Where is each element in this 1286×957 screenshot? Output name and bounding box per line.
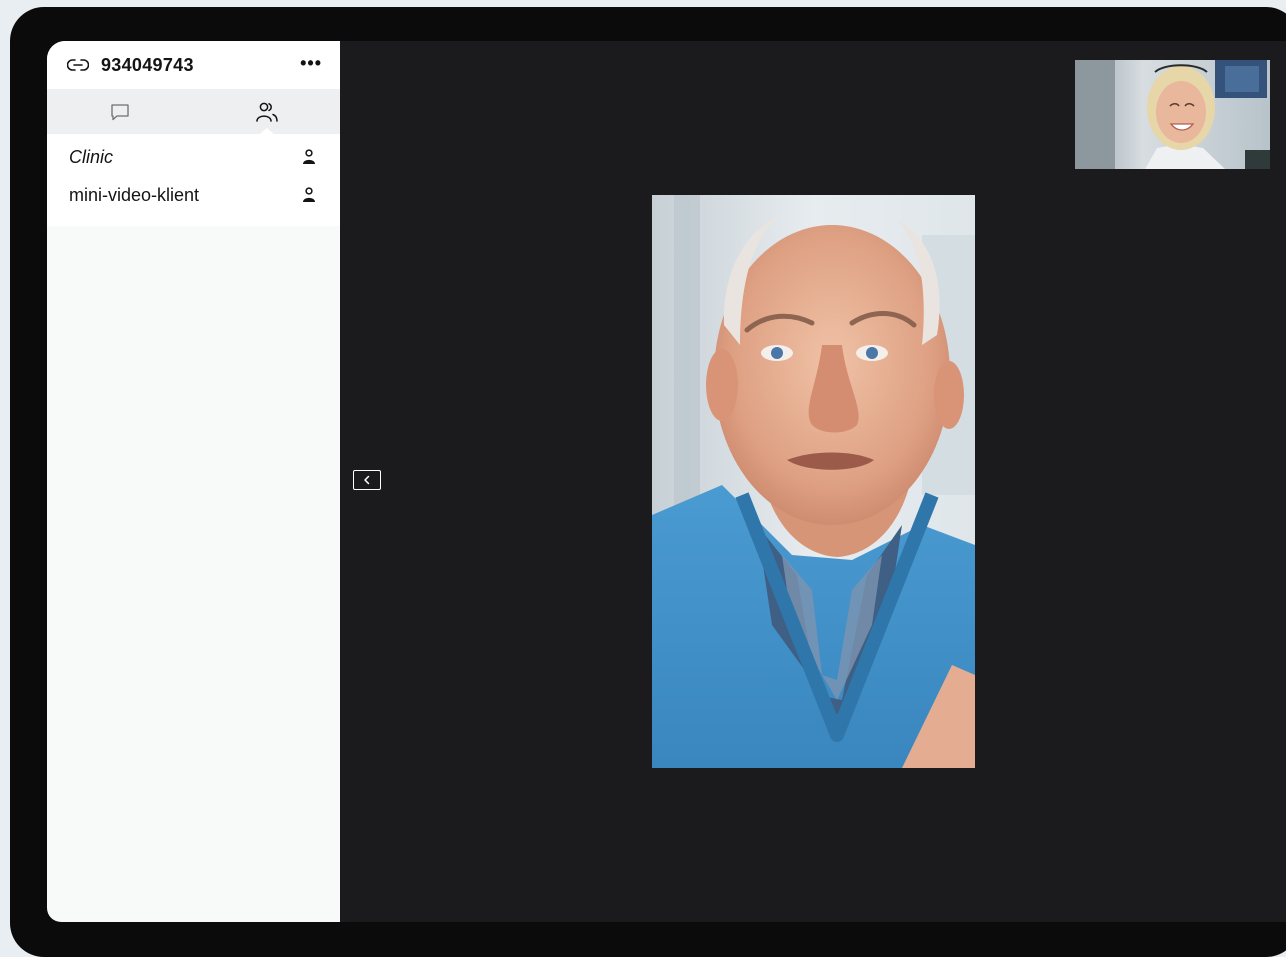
participants-icon [255, 101, 279, 123]
meeting-id: 934049743 [101, 54, 194, 75]
chevron-left-icon [362, 475, 372, 485]
app-screen: 934049743 ••• Clinic mini-video-klient [47, 41, 1286, 922]
device-frame: 934049743 ••• Clinic mini-video-klient [10, 7, 1286, 957]
sidebar-tabs [47, 89, 340, 134]
remote-participant-video [652, 195, 975, 768]
link-icon [67, 57, 89, 73]
participant-list: Clinic mini-video-klient [47, 134, 340, 226]
participant-name: mini-video-klient [69, 184, 200, 205]
participant-row-mini-video-klient[interactable]: mini-video-klient [47, 176, 340, 214]
sidebar-header: 934049743 ••• [47, 41, 340, 89]
participant-name: Clinic [69, 146, 114, 167]
tab-participants[interactable] [194, 89, 341, 134]
chat-bubble-icon [110, 103, 130, 121]
person-icon [302, 187, 316, 203]
participant-row-clinic[interactable]: Clinic [47, 138, 340, 176]
sidebar: 934049743 ••• Clinic mini-video-klient [47, 41, 340, 922]
collapse-sidebar-button[interactable] [353, 470, 381, 490]
self-view-video [1075, 60, 1270, 169]
tab-chat[interactable] [47, 89, 194, 134]
more-options-button[interactable]: ••• [300, 53, 322, 74]
person-icon [302, 149, 316, 165]
